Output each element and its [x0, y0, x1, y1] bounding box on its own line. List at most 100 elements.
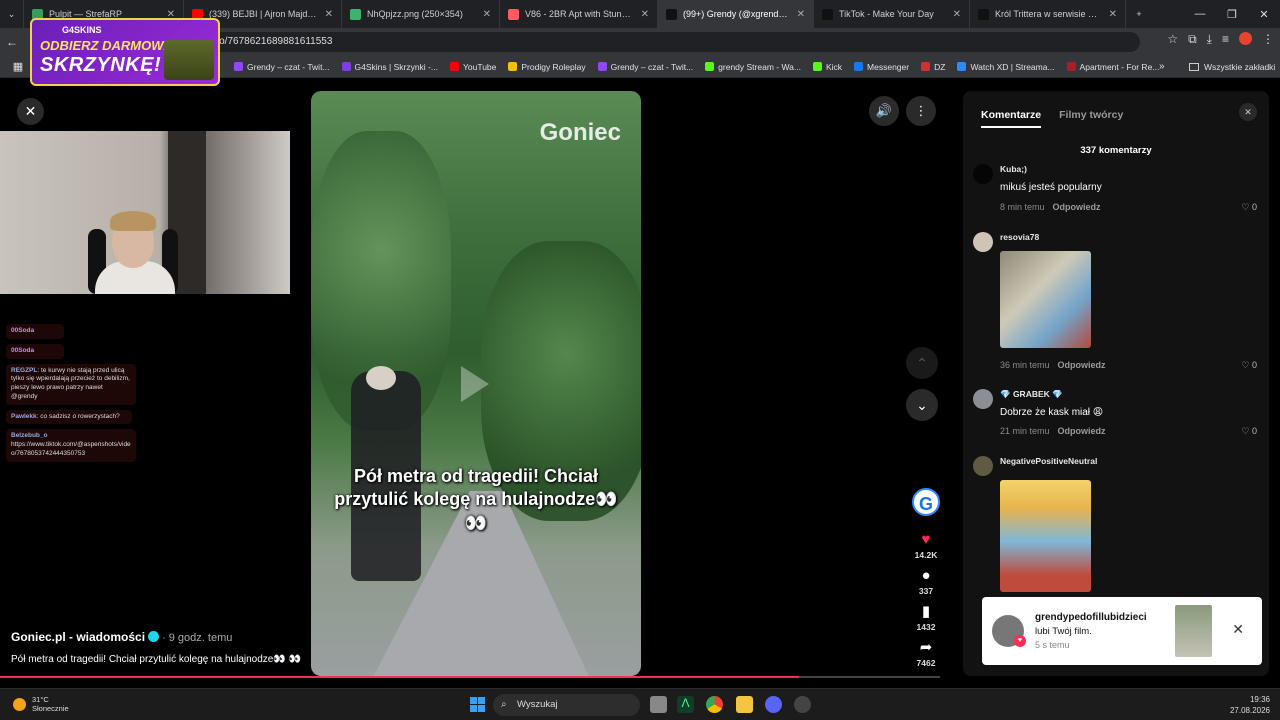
play-icon[interactable]	[461, 366, 489, 402]
bookmark-favicon-icon	[341, 62, 351, 71]
bookmark-item[interactable]: Kick	[812, 62, 842, 72]
bookmark-item[interactable]: Prodigy Roleplay	[508, 62, 586, 72]
close-tab-icon[interactable]: ✕	[641, 9, 649, 20]
start-button[interactable]	[470, 697, 485, 712]
share-button[interactable]: ➦ 7462	[910, 638, 942, 668]
maximize-button[interactable]: ❐	[1216, 8, 1248, 21]
close-tab-icon[interactable]: ✕	[1109, 9, 1117, 20]
tab-search-button[interactable]: ⌄	[0, 0, 24, 28]
like-button[interactable]: ♥ 14.2K	[910, 530, 942, 560]
avatar[interactable]	[973, 389, 993, 409]
comment-user[interactable]: 💎 GRABEK 💎	[1000, 389, 1063, 400]
bookmark-item[interactable]: G4Skins | Skrzynki -...	[341, 62, 438, 72]
favicon-icon	[822, 8, 833, 20]
previous-video-button[interactable]: ⌃	[906, 347, 938, 379]
video-author[interactable]: Goniec.pl - wiadomości · 9 godz. temu	[11, 630, 232, 644]
bookmark-item[interactable]: Grendy – czat - Twit...	[597, 62, 693, 72]
star-icon[interactable]: ☆	[1167, 32, 1178, 47]
media-icon[interactable]: ≡	[1222, 32, 1229, 47]
close-icon: ✕	[24, 103, 37, 119]
comment-image[interactable]	[1000, 480, 1091, 592]
settings-icon[interactable]	[794, 696, 811, 713]
bookmark-item[interactable]: YouTube	[449, 62, 496, 72]
chat-message: 00Soda	[6, 324, 64, 339]
close-window-button[interactable]: ✕	[1248, 8, 1280, 21]
browser-tab[interactable]: Król Trittera w serwisie X: „Czte ✕	[970, 0, 1126, 28]
like-notification[interactable]: ♥ grendypedofillubidzieci lubi Twój film…	[982, 597, 1262, 665]
avatar[interactable]	[973, 456, 993, 476]
discord-icon[interactable]	[765, 696, 782, 713]
reply-button[interactable]: Odpowiedz	[1053, 202, 1101, 212]
browser-tab[interactable]: (99+) Grendy (@xgrendy) | TikTo ✕	[658, 0, 814, 28]
bookmark-favicon-icon	[597, 62, 607, 71]
bookmark-item[interactable]: grendy Stream - Wa...	[705, 62, 801, 72]
profile-avatar[interactable]	[1239, 32, 1252, 45]
close-panel-button[interactable]: ✕	[1239, 103, 1257, 121]
next-video-button[interactable]: ⌄	[906, 389, 938, 421]
folder-icon	[1189, 62, 1199, 71]
comment-like[interactable]: ♡ 0	[1241, 202, 1257, 213]
download-icon[interactable]: ⤓	[1207, 32, 1212, 47]
minimize-button[interactable]: —	[1184, 8, 1216, 20]
ad-line2: SKRZYNKĘ!	[40, 54, 162, 76]
browser-tab[interactable]: V86 - 2BR Apt with Stunning G ✕	[500, 0, 658, 28]
extensions-icon[interactable]: ⧉	[1188, 32, 1197, 47]
folder-icon[interactable]	[736, 696, 753, 713]
close-tab-icon[interactable]: ✕	[797, 9, 805, 20]
promo-banner[interactable]: G4SKINS ODBIERZ DARMOWĄ SKRZYNKĘ!	[30, 18, 220, 86]
video-thumbnail	[1175, 605, 1212, 657]
comment-user[interactable]: NegativePositiveNeutral	[1000, 456, 1097, 466]
video-caption: Pół metra od tragedii! Chciał przytulić …	[334, 466, 618, 533]
comment-image[interactable]	[1000, 251, 1091, 348]
video-player[interactable]: Goniec Pół metra od tragedii! Chciał prz…	[311, 91, 641, 676]
menu-icon[interactable]: ⋮	[1262, 32, 1274, 47]
tab-title: TikTok - Make Your Day	[839, 9, 934, 19]
save-button[interactable]: ▮ 1432	[910, 602, 942, 632]
url-field[interactable]: deo/7678621689881611553	[200, 32, 1140, 52]
close-tab-icon[interactable]: ✕	[325, 9, 333, 20]
reply-button[interactable]: Odpowiedz	[1058, 360, 1106, 370]
chrome-icon[interactable]	[706, 696, 723, 713]
more-options-button[interactable]: ⋮	[906, 96, 936, 126]
bookmark-item[interactable]: Grendy – czat - Twit...	[234, 62, 330, 72]
comment-item: 💎 GRABEK 💎 Dobrze że kask miał 😩 21 min …	[973, 389, 1263, 441]
toolbar-right: ☆ ⧉ ⤓ ≡ ⋮	[1167, 32, 1274, 47]
back-button[interactable]: ←	[0, 35, 24, 49]
comment-like[interactable]: ♡ 0	[1241, 426, 1257, 437]
task-view-icon[interactable]	[650, 696, 667, 713]
browser-tab[interactable]: NhQpjzz.png (250×354) ✕	[342, 0, 500, 28]
avatar[interactable]	[973, 164, 993, 184]
taskbar-search[interactable]: ⌕ Wyszukaj	[493, 694, 640, 716]
app-icon[interactable]: Λ	[677, 696, 694, 713]
close-notification-button[interactable]: ✕	[1232, 621, 1244, 638]
tab-creator-videos[interactable]: Filmy twórcy	[1059, 109, 1123, 128]
bookmark-item[interactable]: Messenger	[854, 62, 909, 72]
more-bookmarks-icon[interactable]: »	[1159, 61, 1165, 72]
close-tab-icon[interactable]: ✕	[953, 9, 961, 20]
weather-widget[interactable]: 31°C Słonecznie	[13, 695, 69, 713]
close-video-button[interactable]: ✕	[17, 98, 44, 125]
system-clock[interactable]: 19:36 27.08.2026	[1230, 695, 1270, 717]
creator-avatar[interactable]: G	[912, 488, 940, 516]
close-tab-icon[interactable]: ✕	[483, 9, 491, 20]
favicon-icon	[666, 8, 677, 20]
avatar[interactable]	[973, 232, 993, 252]
video-progress-bar[interactable]	[0, 676, 940, 678]
all-bookmarks-button[interactable]: Wszystkie zakładki	[1189, 62, 1275, 72]
comment-user[interactable]: Kuba;)	[1000, 164, 1027, 174]
tab-comments[interactable]: Komentarze	[981, 109, 1042, 128]
comment-like[interactable]: ♡ 0	[1241, 360, 1257, 371]
bookmark-item[interactable]: Apartment - For Re...	[1066, 62, 1159, 72]
bookmark-item[interactable]: DZ	[921, 62, 945, 72]
browser-tab[interactable]: TikTok - Make Your Day ✕	[814, 0, 970, 28]
new-tab-button[interactable]: +	[1126, 0, 1152, 28]
comment-meta: 8 min temu Odpowiedz	[1000, 202, 1101, 212]
all-bookmarks-label: Wszystkie zakładki	[1204, 61, 1276, 72]
notification-time: 5 s temu	[1035, 640, 1070, 650]
volume-button[interactable]: 🔊	[869, 96, 899, 126]
bookmark-item[interactable]: Watch XD | Streama...	[957, 62, 1055, 72]
comment-user[interactable]: resovia78	[1000, 232, 1039, 242]
comment-button[interactable]: ● 337	[910, 566, 942, 596]
bookmark-favicon-icon	[957, 62, 967, 71]
reply-button[interactable]: Odpowiedz	[1058, 426, 1106, 436]
